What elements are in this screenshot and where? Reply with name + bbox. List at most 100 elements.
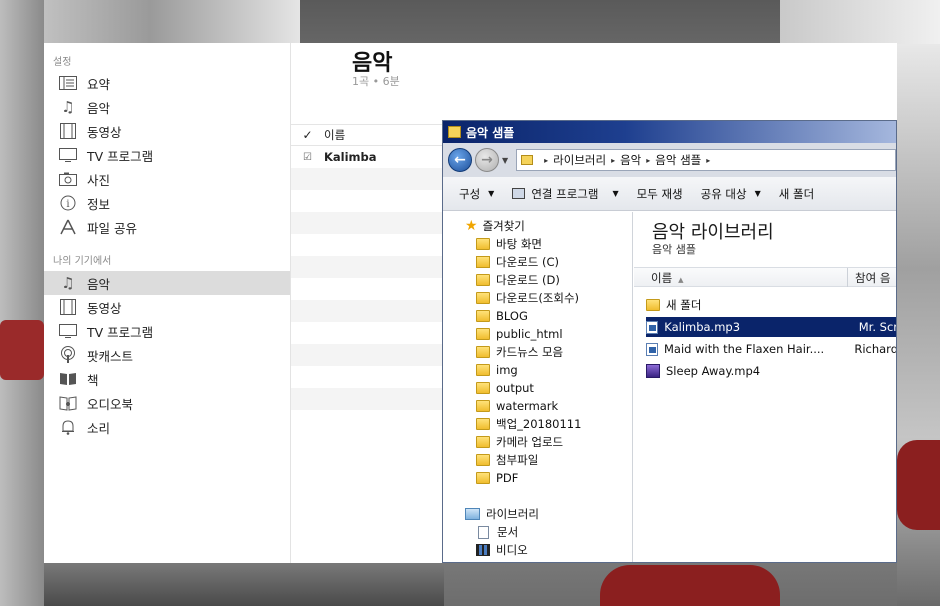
library-subtitle[interactable]: 음악 샘플 — [652, 241, 696, 257]
tree-label: 비디오 — [496, 543, 528, 557]
tree-item[interactable]: output — [476, 379, 534, 397]
tree-item[interactable]: 카메라 업로드 — [476, 433, 563, 451]
tree-item[interactable]: img — [476, 361, 518, 379]
video-icon — [476, 544, 490, 556]
sidebar-item-device-tv[interactable]: TV 프로그램 — [44, 319, 290, 343]
column-divider[interactable] — [847, 268, 848, 287]
audiobook-icon — [58, 394, 78, 412]
sidebar-item-photos[interactable]: 사진 — [44, 167, 290, 191]
header-checkmark-icon[interactable]: ✓ — [291, 128, 324, 142]
new-folder-button[interactable]: 새 폴더 — [779, 186, 814, 202]
column-name-label: 이름 — [651, 271, 673, 285]
tree-label: 문서 — [497, 525, 519, 539]
tree-item[interactable]: PDF — [476, 469, 518, 487]
tree-favorites[interactable]: ★ 즐겨찾기 — [465, 217, 525, 235]
tree-item[interactable]: 백업_20180111 — [476, 415, 581, 433]
audio-file-icon — [646, 320, 659, 334]
tv-icon — [58, 146, 78, 164]
sidebar-item-tv[interactable]: TV 프로그램 — [44, 143, 290, 167]
tree-item[interactable]: watermark — [476, 397, 558, 415]
file-row[interactable]: Maid with the Flaxen Hair.... Richard — [646, 339, 897, 359]
sidebar-item-device-music[interactable]: ♫ 음악 — [44, 271, 290, 295]
info-icon: i — [58, 194, 78, 212]
tree-item[interactable]: 문서 — [478, 523, 518, 541]
sidebar-item-label: 동영상 — [87, 124, 122, 140]
sidebar-item-movies[interactable]: 동영상 — [44, 119, 290, 143]
sidebar-item-label: 사진 — [87, 172, 111, 188]
chevron-right-icon[interactable]: ▸ — [611, 156, 615, 165]
open-with-button[interactable]: 연결 프로그램 ▼ — [512, 186, 619, 202]
tree-label: 카메라 업로드 — [496, 435, 564, 449]
breadcrumb-music[interactable]: 음악 — [620, 152, 641, 168]
history-dropdown-icon[interactable]: ▼ — [502, 156, 508, 165]
file-name: 새 폴더 — [666, 298, 702, 312]
back-button[interactable]: ← — [448, 148, 472, 172]
address-bar[interactable]: ▸ 라이브러리 ▸ 음악 ▸ 음악 샘플 ▸ — [516, 149, 896, 171]
file-artist: Mr. Scr — [858, 320, 897, 334]
file-name: Sleep Away.mp4 — [666, 364, 761, 378]
organize-button[interactable]: 구성 ▼ — [459, 186, 494, 202]
sort-up-icon: ▲ — [678, 276, 684, 284]
file-row[interactable]: Sleep Away.mp4 — [646, 361, 896, 381]
explorer-titlebar[interactable]: 음악 샘플 — [443, 121, 896, 143]
breadcrumb-libraries[interactable]: 라이브러리 — [553, 152, 606, 168]
tree-item[interactable]: BLOG — [476, 307, 528, 325]
sidebar-item-label: 동영상 — [87, 300, 122, 316]
sidebar-item-summary[interactable]: 요약 — [44, 71, 290, 95]
sidebar-item-label: 책 — [87, 372, 99, 388]
file-row[interactable]: 새 폴더 — [646, 295, 896, 315]
column-header-name[interactable]: 이름 — [324, 127, 345, 143]
sidebar-item-device-books[interactable]: 책 — [44, 367, 290, 391]
sidebar-item-label: 파일 공유 — [87, 220, 137, 236]
column-header-artist[interactable]: 참여 음 — [855, 270, 890, 286]
book-icon — [58, 370, 78, 388]
sidebar-item-info[interactable]: i 정보 — [44, 191, 290, 215]
sidebar-item-device-podcasts[interactable]: 팟캐스트 — [44, 343, 290, 367]
sidebar-item-device-tones[interactable]: 소리 — [44, 415, 290, 439]
column-headers: 이름 ▲ 참여 음 — [634, 267, 896, 287]
tree-item[interactable]: 다운로드(조회수) — [476, 289, 579, 307]
tree-item[interactable]: 카드뉴스 모음 — [476, 343, 563, 361]
tree-item[interactable]: 첨부파일 — [476, 451, 538, 469]
download-folder-icon — [476, 256, 490, 268]
chevron-right-icon[interactable]: ▸ — [706, 156, 710, 165]
file-row-selected[interactable]: Kalimba.mp3 Mr. Scr — [646, 317, 897, 337]
tree-item[interactable]: public_html — [476, 325, 563, 343]
film-icon — [58, 298, 78, 316]
open-with-label: 연결 프로그램 — [531, 186, 599, 201]
tree-item[interactable]: 바탕 화면 — [476, 235, 542, 253]
sidebar-item-file-sharing[interactable]: 파일 공유 — [44, 215, 290, 239]
column-header-name[interactable]: 이름 ▲ — [651, 270, 684, 286]
music-note-icon: ♫ — [61, 98, 75, 116]
folder-icon — [476, 310, 490, 322]
chevron-down-icon: ▼ — [488, 189, 495, 198]
share-with-button[interactable]: 공유 대상 ▼ — [701, 186, 761, 202]
forward-button[interactable]: → — [475, 148, 499, 172]
sidebar-item-device-movies[interactable]: 동영상 — [44, 295, 290, 319]
explorer-window: 음악 샘플 ← → ▼ ▸ 라이브러리 ▸ 음악 ▸ 음악 샘플 ▸ 구성 ▼ 연… — [442, 120, 897, 563]
tree-libraries[interactable]: 라이브러리 — [465, 505, 539, 523]
svg-text:i: i — [66, 199, 69, 210]
chevron-right-icon[interactable]: ▸ — [544, 156, 548, 165]
play-all-button[interactable]: 모두 재생 — [637, 186, 683, 202]
tree-item[interactable]: 다운로드 (D) — [476, 271, 560, 289]
chevron-right-icon[interactable]: ▸ — [646, 156, 650, 165]
sidebar-item-device-audiobooks[interactable]: 오디오북 — [44, 391, 290, 415]
sidebar-item-music[interactable]: ♫ 음악 — [44, 95, 290, 119]
breadcrumb-sample-music[interactable]: 음악 샘플 — [655, 152, 701, 168]
explorer-navbar: ← → ▼ ▸ 라이브러리 ▸ 음악 ▸ 음악 샘플 ▸ — [443, 143, 896, 177]
tree-item[interactable]: 비디오 — [476, 541, 528, 559]
camera-icon — [58, 170, 78, 188]
tree-item[interactable]: 다운로드 (C) — [476, 253, 559, 271]
explorer-toolbar: 구성 ▼ 연결 프로그램 ▼ 모두 재생 공유 대상 ▼ 새 폴더 — [443, 177, 896, 211]
file-name: Maid with the Flaxen Hair.... — [664, 342, 825, 356]
video-file-icon — [646, 364, 660, 378]
file-artist: Richard — [854, 342, 897, 356]
music-note-icon: ♫ — [61, 274, 75, 292]
row-checkbox[interactable]: ☑ — [291, 152, 324, 163]
star-icon: ★ — [465, 218, 478, 234]
play-all-label: 모두 재생 — [636, 186, 683, 201]
file-name: Kalimba.mp3 — [664, 320, 741, 334]
apps-icon — [58, 218, 78, 236]
chevron-down-icon: ▼ — [754, 189, 761, 198]
